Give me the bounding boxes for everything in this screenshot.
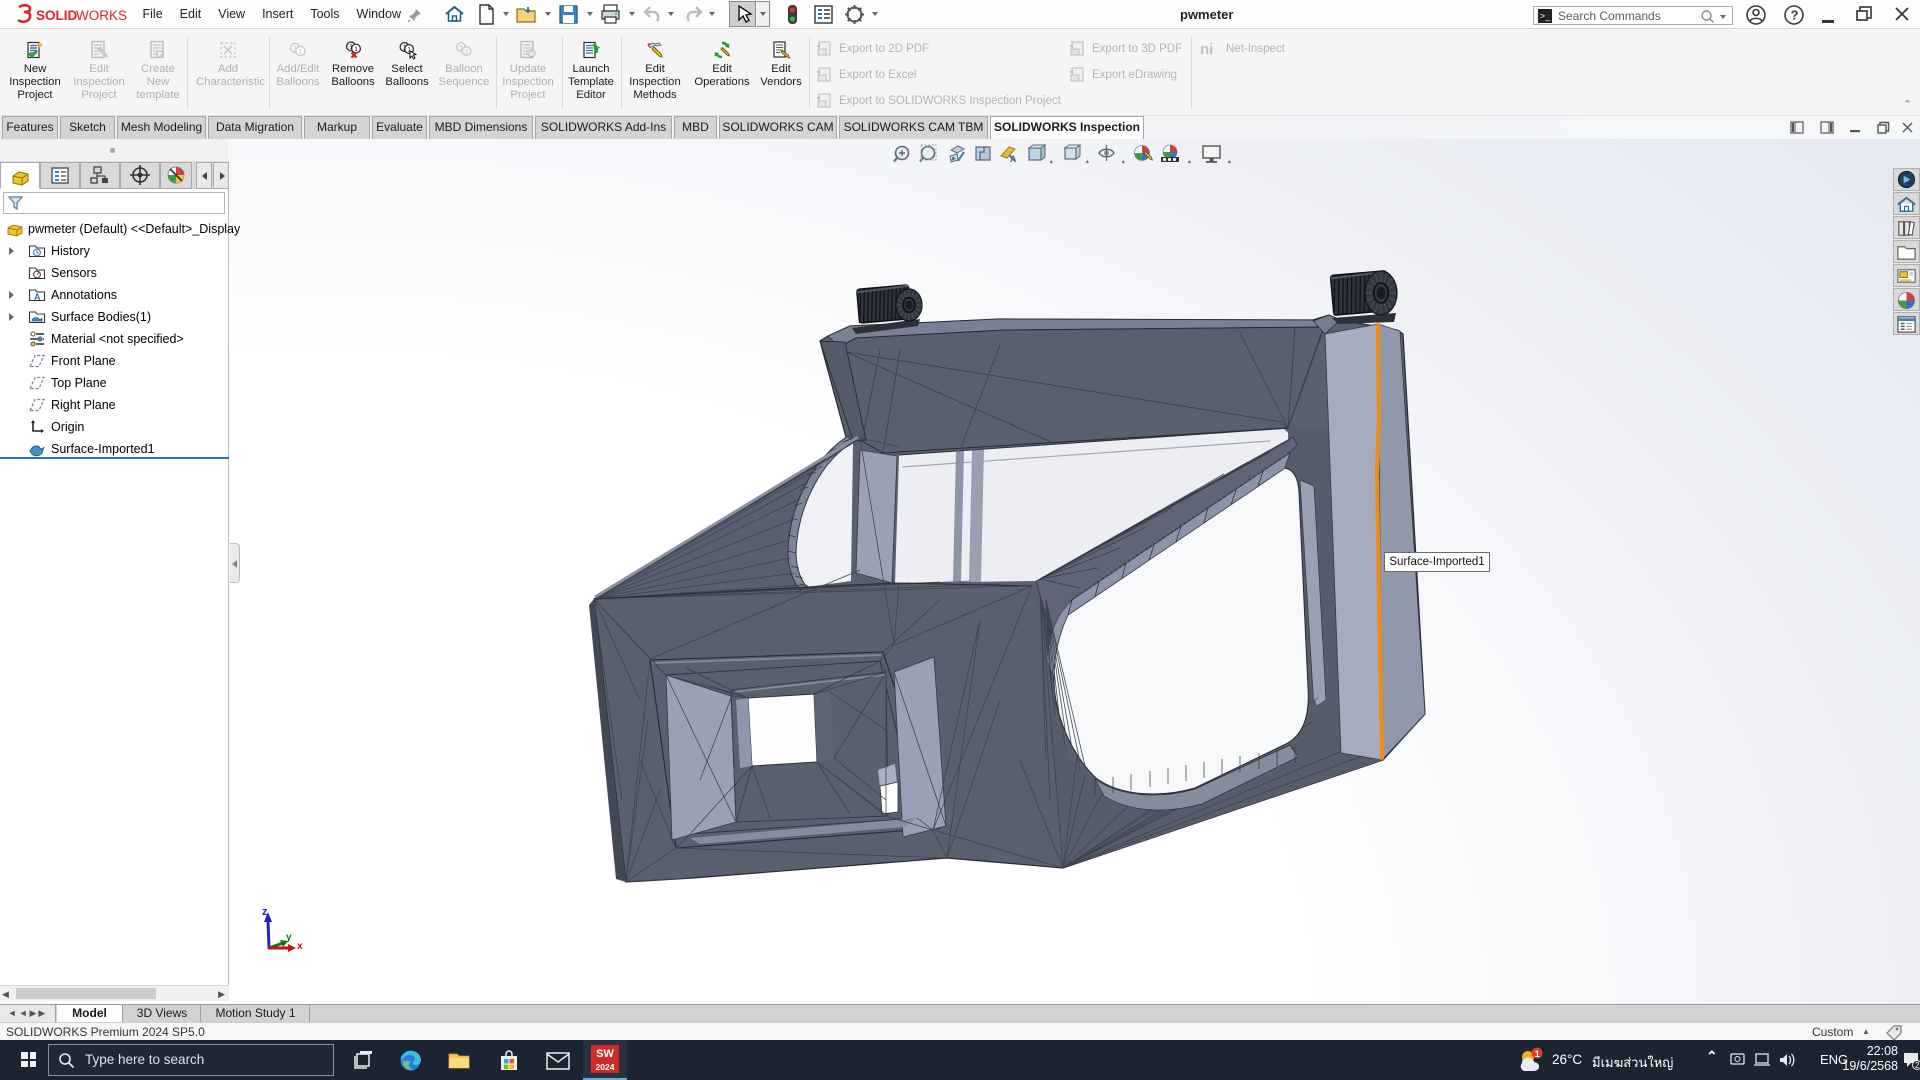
svg-text:1: 1 [349, 44, 353, 51]
svg-text:1: 1 [293, 45, 297, 52]
svg-text:WORKS: WORKS [76, 8, 127, 23]
svg-text:1: 1 [459, 44, 463, 51]
svg-text:1: 1 [403, 44, 407, 51]
svg-text:1: 1 [354, 46, 358, 53]
svg-text:1: 1 [299, 48, 303, 55]
svg-text:2: 2 [1915, 1061, 1920, 1070]
svg-text:z: z [262, 906, 268, 918]
svg-text:SOLID: SOLID [36, 8, 78, 23]
svg-text:?: ? [1791, 8, 1799, 23]
svg-text:y: y [286, 932, 292, 943]
svg-text:A: A [1010, 154, 1017, 164]
svg-text:A: A [34, 292, 41, 302]
svg-text:2: 2 [465, 48, 469, 55]
svg-text:x: x [297, 941, 303, 952]
svg-text:1: 1 [1535, 1049, 1540, 1059]
